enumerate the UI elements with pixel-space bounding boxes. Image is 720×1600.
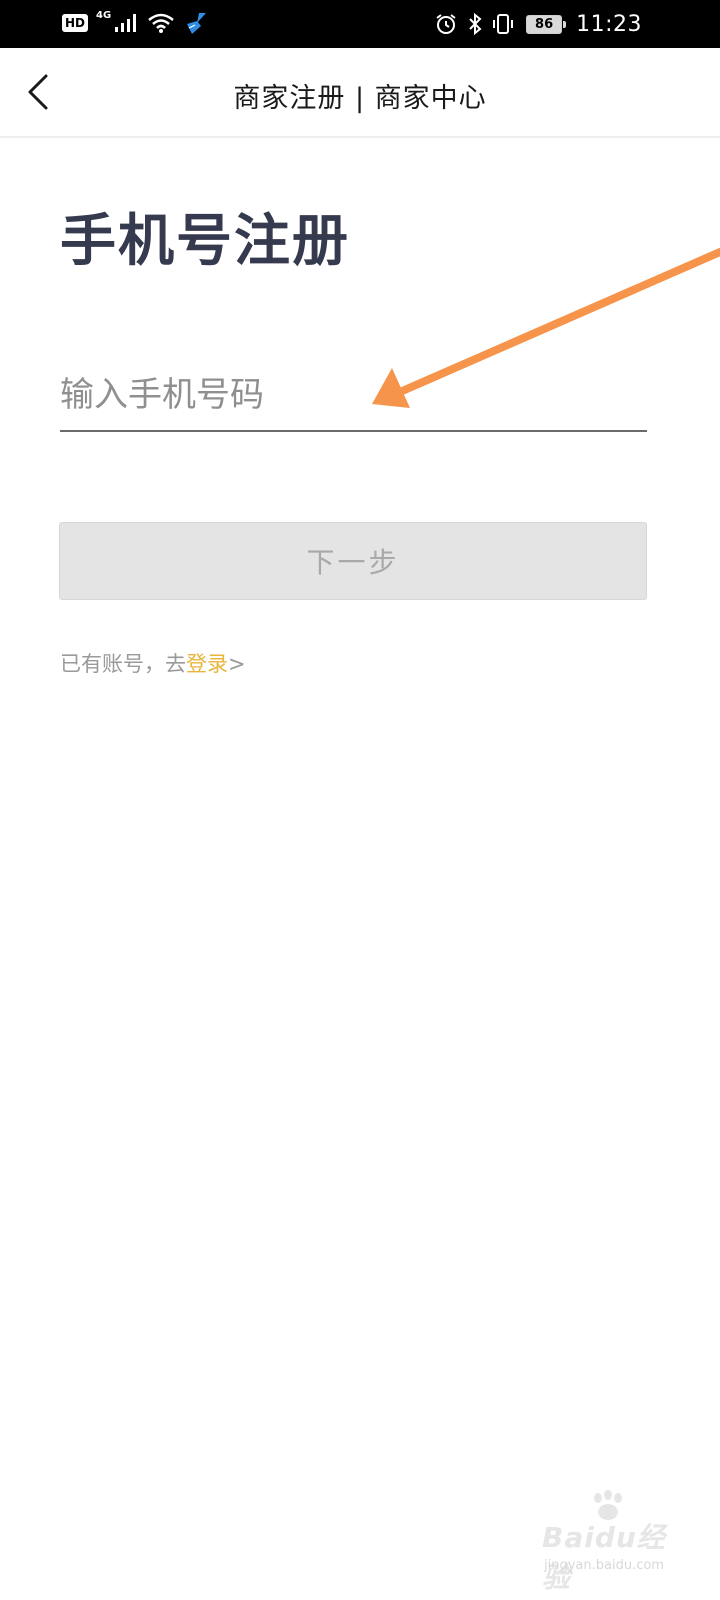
page-title: 商家注册 | 商家中心 xyxy=(233,83,487,114)
watermark-brand: Baidu经验 xyxy=(542,1521,666,1594)
status-time: 11:23 xyxy=(576,11,642,37)
status-bar: HD 4G 86 11:23 xyxy=(0,0,720,48)
login-link[interactable]: 登录 xyxy=(186,652,228,676)
login-hint: 已有账号，去登录> xyxy=(60,648,246,678)
battery-level: 86 xyxy=(535,16,554,32)
watermark-url: jingyan.baidu.com xyxy=(544,1558,664,1573)
nav-bar: 商家注册 | 商家中心 xyxy=(0,48,720,138)
battery-icon: 86 xyxy=(526,14,567,34)
login-hint-prefix: 已有账号，去 xyxy=(60,652,186,676)
alarm-icon xyxy=(436,14,456,34)
bluetooth-icon xyxy=(469,12,482,36)
network-type-label: 4G xyxy=(96,10,112,21)
cleaner-icon xyxy=(187,13,207,34)
registration-heading: 手机号注册 xyxy=(60,209,350,274)
next-step-button[interactable]: 下一步 xyxy=(59,522,647,600)
login-link-chevron[interactable]: > xyxy=(228,652,246,676)
signal-icon xyxy=(115,14,137,32)
status-bar-right: 86 11:23 xyxy=(434,8,720,40)
watermark: Baidu经验 jingyan.baidu.com xyxy=(538,1490,678,1594)
vibrate-icon xyxy=(493,14,514,34)
hd-badge: HD xyxy=(62,14,89,32)
wifi-icon xyxy=(148,13,174,33)
status-bar-left: HD 4G xyxy=(62,10,209,36)
phone-number-input[interactable] xyxy=(60,360,647,432)
